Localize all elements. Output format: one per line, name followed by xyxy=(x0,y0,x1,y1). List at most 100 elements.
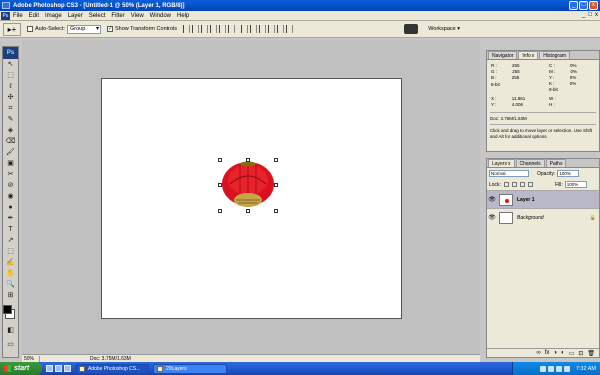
lock-image-icon[interactable] xyxy=(511,182,517,187)
menu-layer[interactable]: Layer xyxy=(68,13,83,19)
transform-handle-b[interactable] xyxy=(246,209,250,213)
distribute-top-icon[interactable] xyxy=(241,25,249,33)
layer1-lantern[interactable] xyxy=(218,158,278,213)
align-horizontal-centers-icon[interactable] xyxy=(219,25,227,33)
layer-row-background[interactable]: 👁 Background 🔒 xyxy=(487,208,599,226)
tray-security-icon[interactable] xyxy=(555,365,562,372)
dodge-tool-icon[interactable]: ● xyxy=(3,202,18,213)
brushes-palette-icon[interactable] xyxy=(404,24,419,34)
layer-name[interactable]: Background xyxy=(517,215,544,221)
menu-image[interactable]: Image xyxy=(45,13,62,19)
distribute-hcenter-icon[interactable] xyxy=(277,25,285,33)
align-vertical-centers-icon[interactable] xyxy=(192,25,200,33)
pen-tool-icon[interactable]: ✒ xyxy=(3,213,18,224)
link-layers-icon[interactable]: ∞ xyxy=(536,350,540,356)
align-left-edges-icon[interactable] xyxy=(210,25,218,33)
transform-handle-t[interactable] xyxy=(246,158,250,162)
eraser-tool-icon[interactable]: ✂ xyxy=(3,169,18,180)
foreground-color-swatch[interactable] xyxy=(3,305,12,314)
hand-tool-icon[interactable]: 🔍 xyxy=(3,279,18,290)
menu-help[interactable]: Help xyxy=(177,13,189,19)
ps-logo[interactable]: Ps xyxy=(3,47,18,59)
tab-paths[interactable]: Paths xyxy=(545,159,567,167)
quicklaunch-media-icon[interactable] xyxy=(64,365,71,372)
brush-tool-icon[interactable]: ⌫ xyxy=(3,136,18,147)
distribute-left-icon[interactable] xyxy=(268,25,276,33)
auto-select-dropdown[interactable]: Group xyxy=(66,24,101,34)
layer-style-icon[interactable]: fx xyxy=(545,350,550,356)
history-brush-tool-icon[interactable]: ▣ xyxy=(3,158,18,169)
tray-app-icon[interactable] xyxy=(563,365,570,372)
marquee-tool-icon[interactable]: ⬚ xyxy=(3,70,18,81)
eye-icon[interactable]: 👁 xyxy=(487,214,497,221)
blend-mode-dropdown[interactable]: Normal xyxy=(489,170,529,177)
transform-handle-bl[interactable] xyxy=(218,209,222,213)
ps-menu-badge[interactable]: Ps xyxy=(1,11,10,20)
doc-restore-button[interactable]: □ xyxy=(588,12,592,18)
tab-layers[interactable]: Layersx xyxy=(488,159,515,167)
align-bottom-edges-icon[interactable] xyxy=(201,25,209,33)
new-group-icon[interactable]: ▭ xyxy=(569,350,575,357)
menu-edit[interactable]: Edit xyxy=(29,13,39,19)
tray-network-icon[interactable] xyxy=(539,365,546,372)
slice-tool-icon[interactable]: ✎ xyxy=(3,114,18,125)
task-20layers[interactable]: 20Layers xyxy=(153,363,227,374)
auto-select-checkbox[interactable] xyxy=(27,26,33,32)
close-button[interactable]: x xyxy=(589,1,598,10)
align-top-edges-icon[interactable] xyxy=(183,25,191,33)
quick-selection-tool-icon[interactable]: ✣ xyxy=(3,92,18,103)
add-mask-icon[interactable]: ◑ xyxy=(553,350,557,356)
distribute-bottom-icon[interactable] xyxy=(259,25,267,33)
start-button[interactable]: start xyxy=(0,362,42,375)
crop-tool-icon[interactable]: ⌗ xyxy=(3,103,18,114)
clone-stamp-tool-icon[interactable]: 🖌 xyxy=(3,147,18,158)
menu-select[interactable]: Select xyxy=(89,13,106,19)
minimize-button[interactable]: _ xyxy=(569,1,578,10)
menu-window[interactable]: Window xyxy=(150,13,171,19)
lock-transparent-icon[interactable] xyxy=(503,182,509,187)
tab-info[interactable]: Infox xyxy=(518,51,539,59)
transform-handle-tr[interactable] xyxy=(274,158,278,162)
zoom-tool-icon[interactable]: ⊞ xyxy=(3,290,18,301)
quicklaunch-desktop-icon[interactable] xyxy=(55,365,62,372)
path-selection-tool-icon[interactable]: ↗ xyxy=(3,235,18,246)
doc-close-button[interactable]: x xyxy=(595,12,598,18)
fill-field[interactable]: 100% xyxy=(564,181,587,188)
menu-filter[interactable]: Filter xyxy=(111,13,124,19)
task-photoshop[interactable]: Adobe Photoshop CS... xyxy=(75,363,149,374)
shape-tool-icon[interactable]: ⬚ xyxy=(3,246,18,257)
tab-navigator[interactable]: Navigator xyxy=(488,51,518,59)
tray-volume-icon[interactable] xyxy=(547,365,554,372)
eyedropper-tool-icon[interactable]: ✋ xyxy=(3,268,18,279)
tab-histogram[interactable]: Histogram xyxy=(539,51,571,59)
adjustment-layer-icon[interactable]: ◐ xyxy=(561,350,565,356)
distribute-right-icon[interactable] xyxy=(286,25,294,33)
delete-layer-icon[interactable]: 🗑 xyxy=(587,350,595,357)
eye-icon[interactable]: 👁 xyxy=(487,196,497,203)
type-tool-icon[interactable]: T xyxy=(3,224,18,235)
healing-tool-icon[interactable]: ◈ xyxy=(3,125,18,136)
zoom-level[interactable]: 50% xyxy=(22,355,40,362)
distribute-vcenter-icon[interactable] xyxy=(250,25,258,33)
menu-file[interactable]: File xyxy=(13,13,23,19)
layer-row-layer1[interactable]: 👁 Layer 1 xyxy=(487,190,599,208)
doc-minimize-button[interactable]: _ xyxy=(582,12,585,18)
maximize-button[interactable]: □ xyxy=(579,1,588,10)
tab-channels[interactable]: Channels xyxy=(515,159,545,167)
workspace-menu[interactable]: Workspace ▾ xyxy=(428,26,460,32)
opacity-field[interactable]: 100% xyxy=(557,170,580,177)
blur-tool-icon[interactable]: ◉ xyxy=(3,191,18,202)
layer-name[interactable]: Layer 1 xyxy=(517,197,535,203)
lock-all-icon[interactable] xyxy=(527,182,533,187)
notes-tool-icon[interactable]: ✍ xyxy=(3,257,18,268)
screen-mode-icon[interactable]: ▭ xyxy=(3,339,18,350)
quick-mask-icon[interactable]: ◧ xyxy=(3,325,18,336)
show-transform-checkbox[interactable] xyxy=(106,25,113,32)
transform-handle-l[interactable] xyxy=(218,183,222,187)
lock-position-icon[interactable] xyxy=(519,182,525,187)
align-right-edges-icon[interactable] xyxy=(228,25,236,33)
quicklaunch-ie-icon[interactable] xyxy=(46,365,53,372)
tool-preset-picker[interactable]: ▸+ xyxy=(3,22,21,36)
clock[interactable]: 7:32 AM xyxy=(576,366,596,372)
transform-handle-r[interactable] xyxy=(274,183,278,187)
